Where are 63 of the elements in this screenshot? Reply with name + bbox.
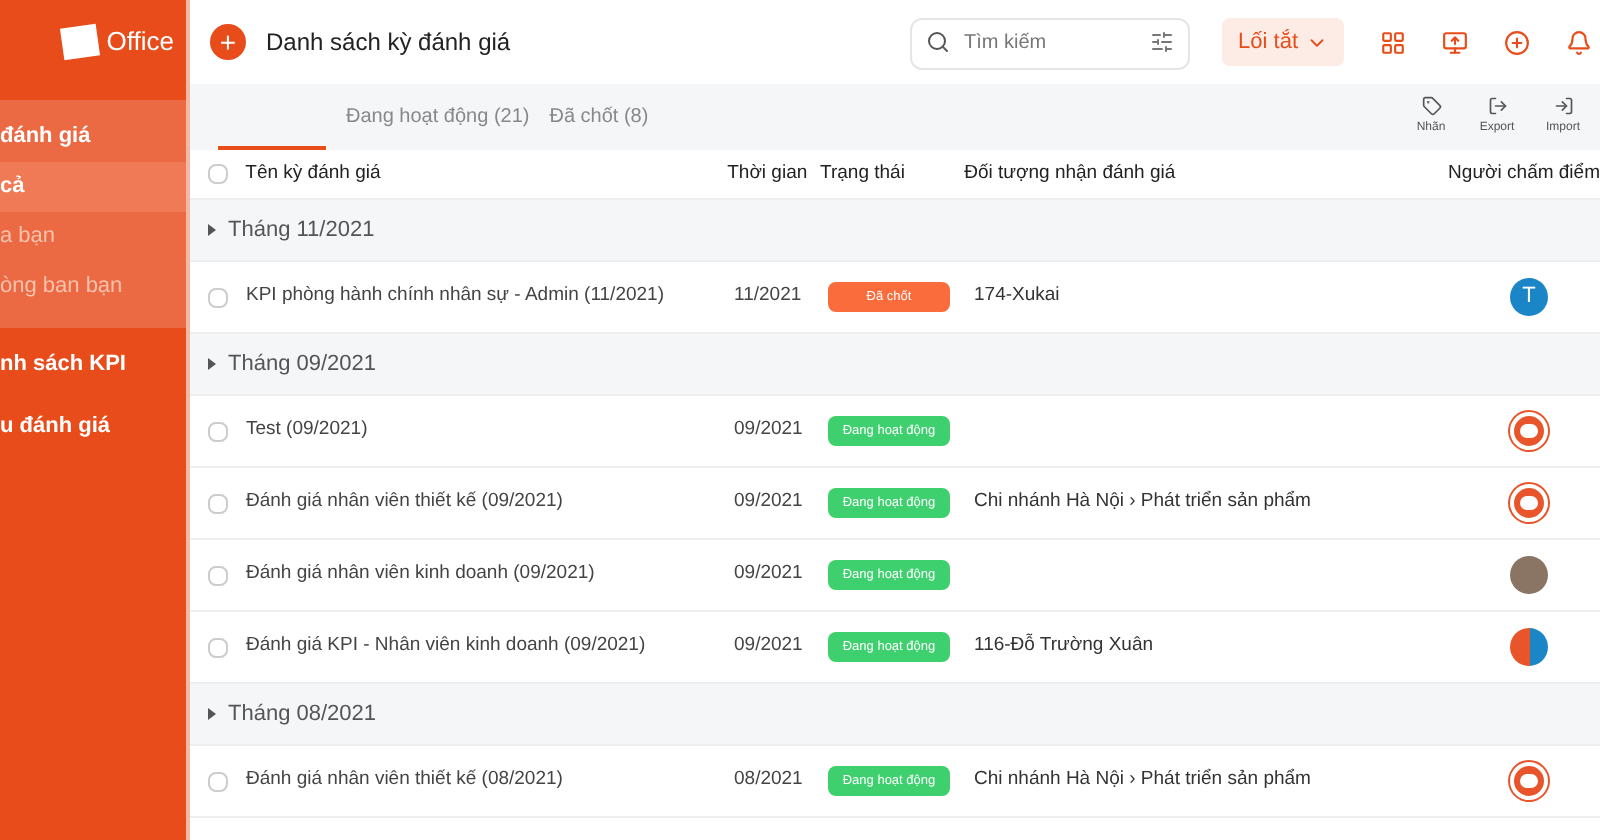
table-cell-text: 08/2021 xyxy=(734,766,805,795)
checkbox[interactable] xyxy=(208,287,228,307)
filter-icon[interactable] xyxy=(1150,30,1175,54)
column-header: Tên kỳ đánh giá xyxy=(245,159,383,188)
export-icon xyxy=(1487,96,1507,116)
avatar-logo-icon xyxy=(1510,762,1548,800)
table-cell-text: 09/2021 xyxy=(734,488,805,517)
add-button[interactable]: + xyxy=(210,24,246,60)
tab[interactable]: Đang hoạt động (21) xyxy=(346,84,530,150)
checkbox[interactable] xyxy=(207,164,228,184)
checkbox[interactable] xyxy=(208,565,228,585)
group-row[interactable]: Tháng 11/2021 xyxy=(190,200,1600,262)
table-cell: Chi nhánh Hà Nội › Phát triển sản phẩm xyxy=(974,490,1311,513)
table-cell: 116-Đỗ Trường Xuân xyxy=(974,634,1154,657)
checkbox[interactable] xyxy=(208,771,228,791)
tab[interactable]: Đã chốt (8) xyxy=(549,84,649,150)
import-icon xyxy=(1553,96,1573,116)
group-title: Tháng 08/2021 xyxy=(228,699,377,730)
table-cell-text: 11/2021 xyxy=(734,282,804,311)
table-cell-text: 09/2021 xyxy=(734,560,805,589)
group-row[interactable]: Tháng 09/2021 xyxy=(190,334,1600,396)
logo-icon xyxy=(60,23,101,61)
avatar-logo-icon xyxy=(1510,484,1548,522)
avatar: T xyxy=(1510,278,1548,316)
search-field[interactable]: Tìm kiếm xyxy=(910,17,1191,69)
shortcut-button[interactable]: Lối tắt xyxy=(1222,18,1344,66)
apps-icon[interactable] xyxy=(1380,29,1406,55)
sidebar-item[interactable]: nh sách KPI xyxy=(0,340,186,390)
table-cell-text: Test (09/2021) xyxy=(246,416,370,445)
checkbox[interactable] xyxy=(208,421,228,441)
tag-icon xyxy=(1421,96,1441,116)
table-cell-text: KPI phòng hành chính nhân sự - Admin (11/2021) xyxy=(246,282,666,311)
sidebar-item[interactable]: cả xyxy=(0,162,186,212)
checkbox[interactable] xyxy=(208,637,228,657)
avatar-photo-placeholder xyxy=(1510,556,1548,594)
avatar-logo-icon xyxy=(1510,412,1548,450)
sidebar-item[interactable]: đánh giá xyxy=(0,112,186,162)
table-cell: 174-Xukai xyxy=(974,284,1060,307)
notification-icon[interactable] xyxy=(1566,29,1592,55)
table-cell-text: Đánh giá nhân viên kinh doanh (09/2021) xyxy=(246,560,597,589)
table-cell-text: Đánh giá nhân viên thiết kế (08/2021) xyxy=(246,766,565,795)
avatar xyxy=(1510,628,1548,666)
logo-text: Office xyxy=(106,24,174,61)
table-cell-text: Đánh giá KPI - Nhân viên kinh doanh (09/2021) xyxy=(246,632,648,661)
column-header: Đối tượng nhận đánh giá xyxy=(964,159,1178,188)
column-header: Người chấm điểm xyxy=(1448,159,1600,188)
table-cell-text: Đánh giá nhân viên thiết kế (09/2021) xyxy=(246,488,565,517)
page-title: Danh sách kỳ đánh giá xyxy=(266,26,511,60)
sidebar-item[interactable]: u đánh giá xyxy=(0,402,186,452)
group-row[interactable]: Tháng 08/2021 xyxy=(190,684,1600,746)
column-header: Thời gian xyxy=(727,159,810,188)
table-cell-text: 09/2021 xyxy=(734,632,805,661)
table-cell-text: 09/2021 xyxy=(734,416,805,445)
table-cell: Chi nhánh Hà Nội › Phát triển sản phẩm xyxy=(974,768,1311,791)
monitor-icon[interactable] xyxy=(1442,29,1468,55)
group-title: Tháng 09/2021 xyxy=(228,349,377,380)
checkbox[interactable] xyxy=(208,493,228,513)
column-header: Trạng thái xyxy=(820,159,907,188)
search-icon xyxy=(926,30,951,54)
add-circle-icon[interactable] xyxy=(1504,29,1530,55)
group-title: Tháng 11/2021 xyxy=(228,215,375,246)
sidebar-item[interactable]: a bạn xyxy=(0,212,186,262)
sidebar-item[interactable]: òng ban bạn xyxy=(0,262,186,312)
